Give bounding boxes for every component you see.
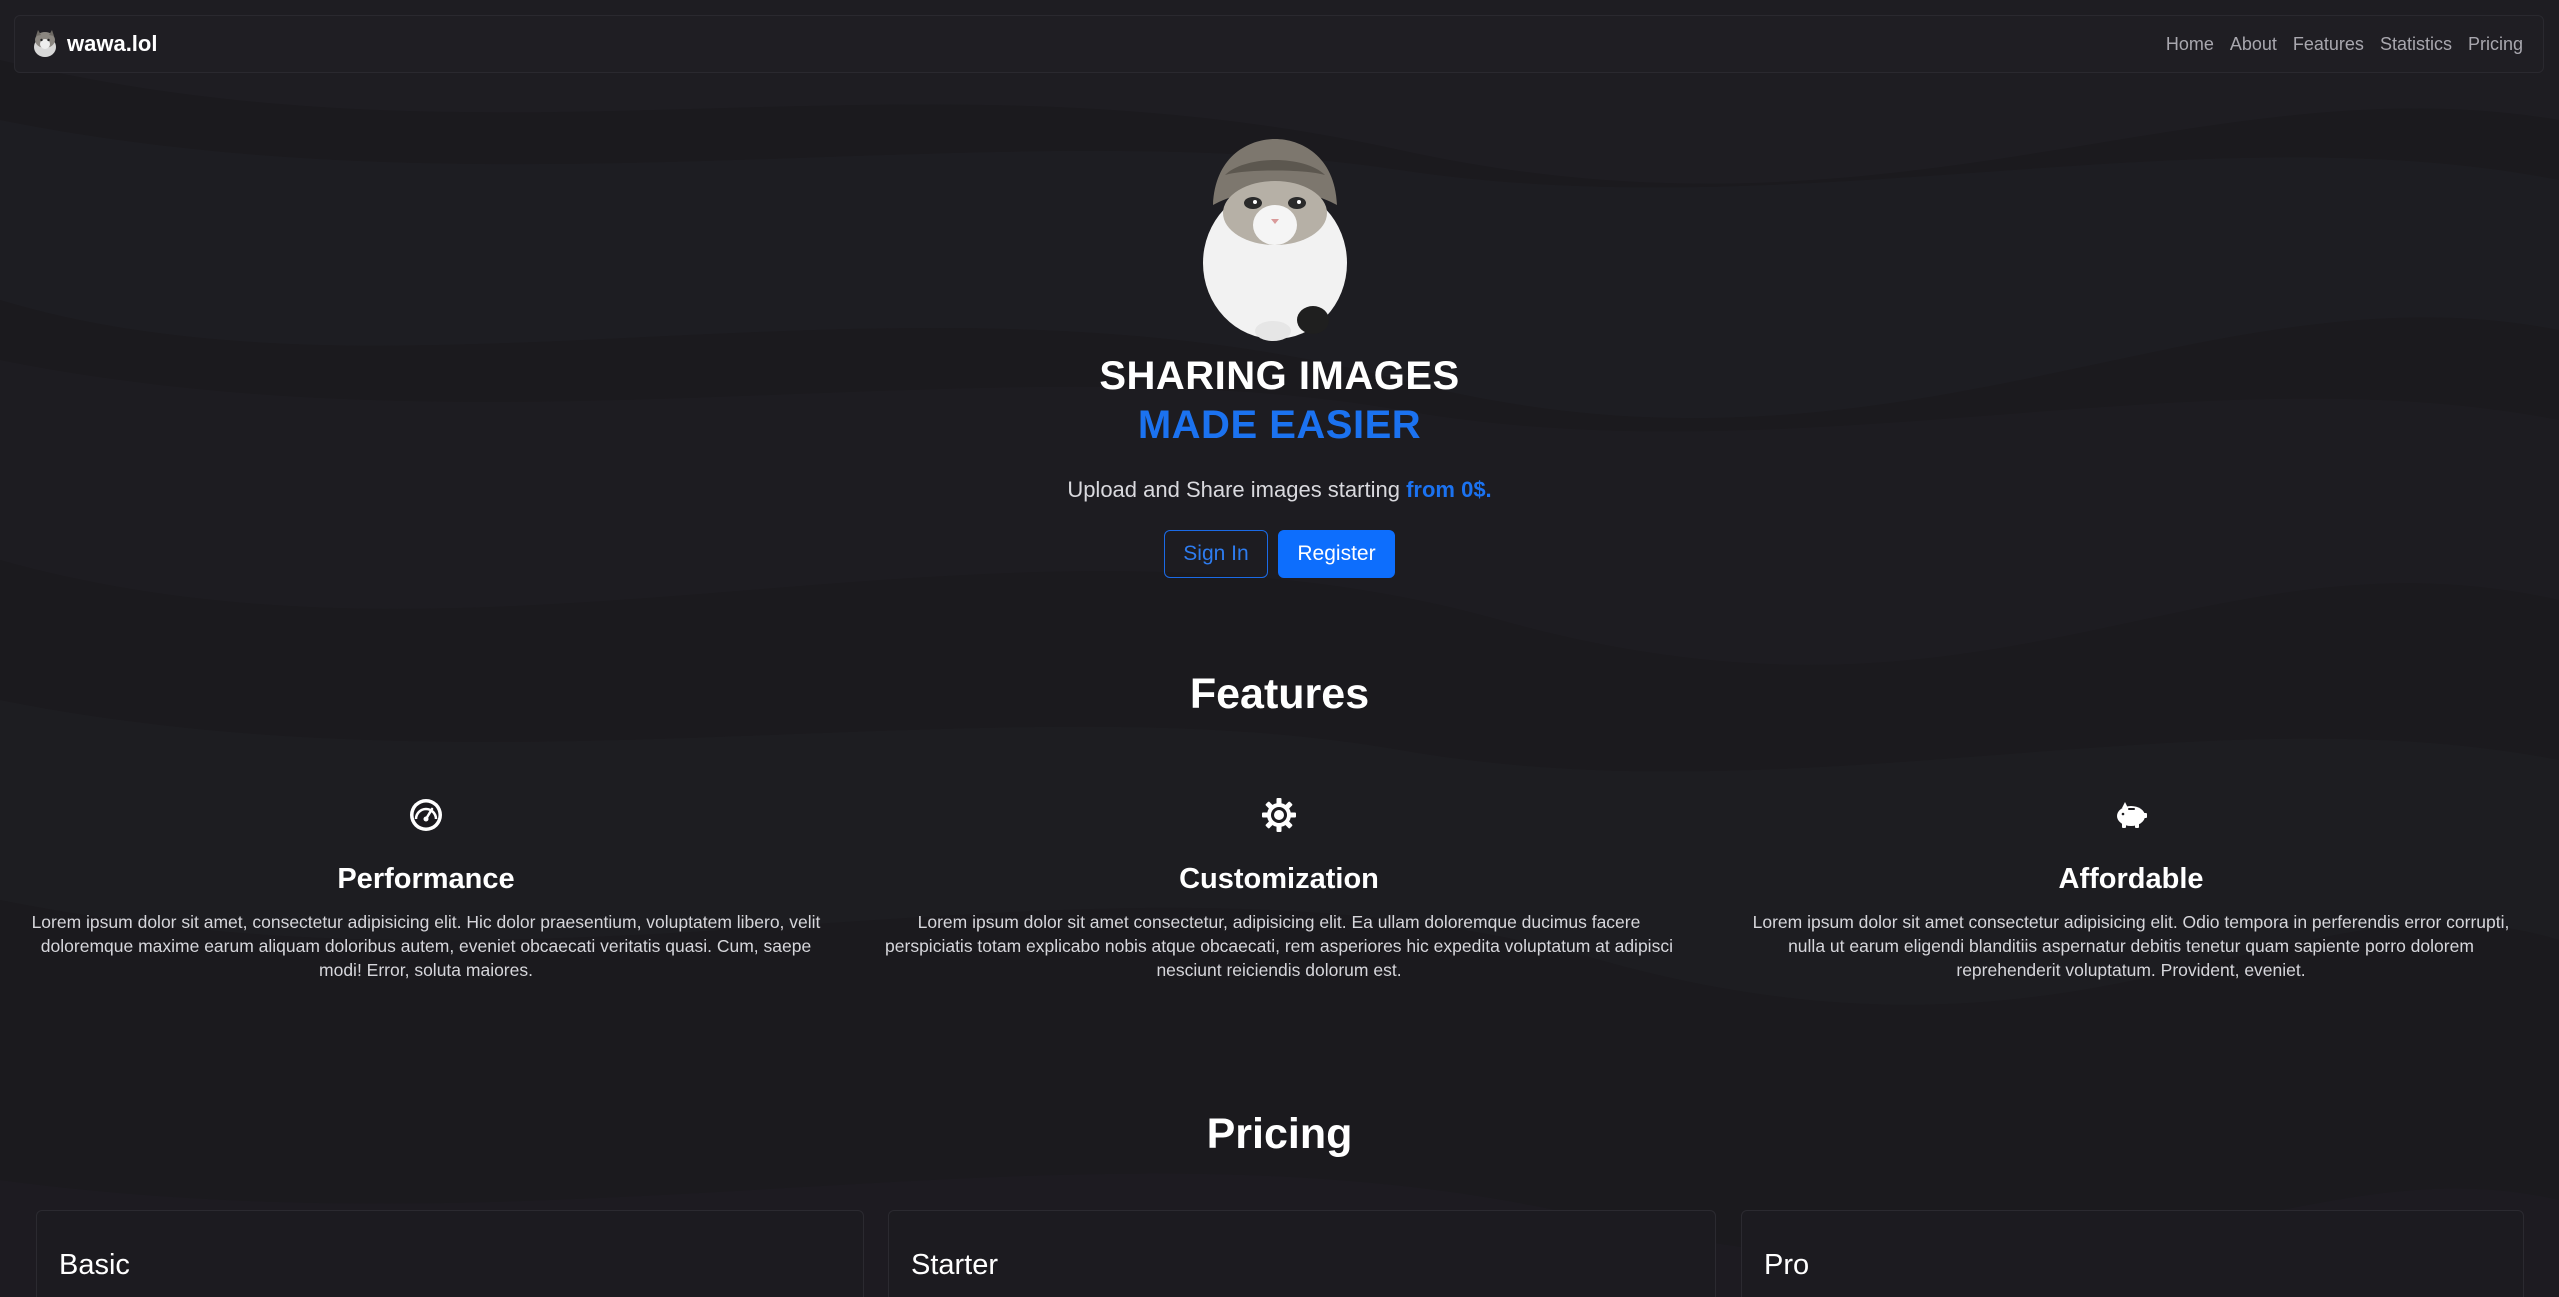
feature-customization-text: Lorem ipsum dolor sit amet consectetur, … bbox=[885, 912, 1673, 980]
feature-affordable-text: Lorem ipsum dolor sit amet consectetur a… bbox=[1752, 912, 2510, 980]
brand-link[interactable]: wawa.lol bbox=[29, 28, 157, 60]
pricing-card-starter: Starter bbox=[888, 1210, 1716, 1297]
feature-performance-text: Lorem ipsum dolor sit amet, consectetur … bbox=[31, 912, 821, 980]
nav-item-statistics[interactable]: Statistics bbox=[2380, 34, 2452, 55]
brand-name: wawa.lol bbox=[67, 31, 158, 56]
sign-in-button[interactable]: Sign In bbox=[1164, 530, 1268, 578]
hero-title-line2: MADE EASIER bbox=[1137, 403, 1422, 447]
feature-performance: Performance Lorem ipsum dolor sit amet, … bbox=[31, 797, 821, 982]
hero-buttons: Sign In Register bbox=[0, 530, 2559, 578]
pricing-card-basic: Basic bbox=[36, 1210, 864, 1297]
hero-cat-image bbox=[1203, 139, 1347, 341]
navbar: wawa.lol Home About Features Statistics … bbox=[14, 15, 2544, 73]
features-title: Features bbox=[1189, 670, 1370, 718]
pricing-card-starter-name: Starter bbox=[911, 1249, 999, 1281]
pricing-card-basic-name: Basic bbox=[59, 1249, 130, 1281]
register-button[interactable]: Register bbox=[1278, 530, 1395, 578]
nav-item-home[interactable]: Home bbox=[2166, 34, 2214, 55]
feature-performance-title: Performance bbox=[337, 863, 515, 895]
speedometer-icon bbox=[410, 799, 442, 831]
pricing-card-pro: Pro bbox=[1741, 1210, 2524, 1297]
feature-affordable-title: Affordable bbox=[2058, 863, 2204, 895]
piggy-bank-icon bbox=[2117, 802, 2147, 828]
gear-icon bbox=[1262, 798, 1296, 832]
pricing-title: Pricing bbox=[1206, 1110, 1353, 1158]
pricing-card-pro-name: Pro bbox=[1764, 1249, 1810, 1281]
hero-subtitle-highlight: from 0$. bbox=[1406, 477, 1492, 502]
hero-subtitle-text: Upload and Share images starting bbox=[1067, 477, 1407, 502]
nav-item-about[interactable]: About bbox=[2230, 34, 2277, 55]
nav-item-features[interactable]: Features bbox=[2293, 34, 2364, 55]
page: wawa.lol Home About Features Statistics … bbox=[0, 0, 2559, 1297]
nav-links: Home About Features Statistics Pricing bbox=[2166, 34, 2523, 55]
feature-affordable: Affordable Lorem ipsum dolor sit amet co… bbox=[1736, 797, 2526, 982]
nav-item-pricing[interactable]: Pricing bbox=[2468, 34, 2523, 55]
cat-logo-icon bbox=[34, 30, 56, 57]
feature-customization-title: Customization bbox=[1179, 863, 1379, 895]
hero-subtitle: Upload and Share images starting from 0$… bbox=[0, 477, 2559, 503]
feature-customization: Customization Lorem ipsum dolor sit amet… bbox=[884, 797, 1674, 982]
hero-title-line1: SHARING IMAGES bbox=[1099, 354, 1460, 398]
